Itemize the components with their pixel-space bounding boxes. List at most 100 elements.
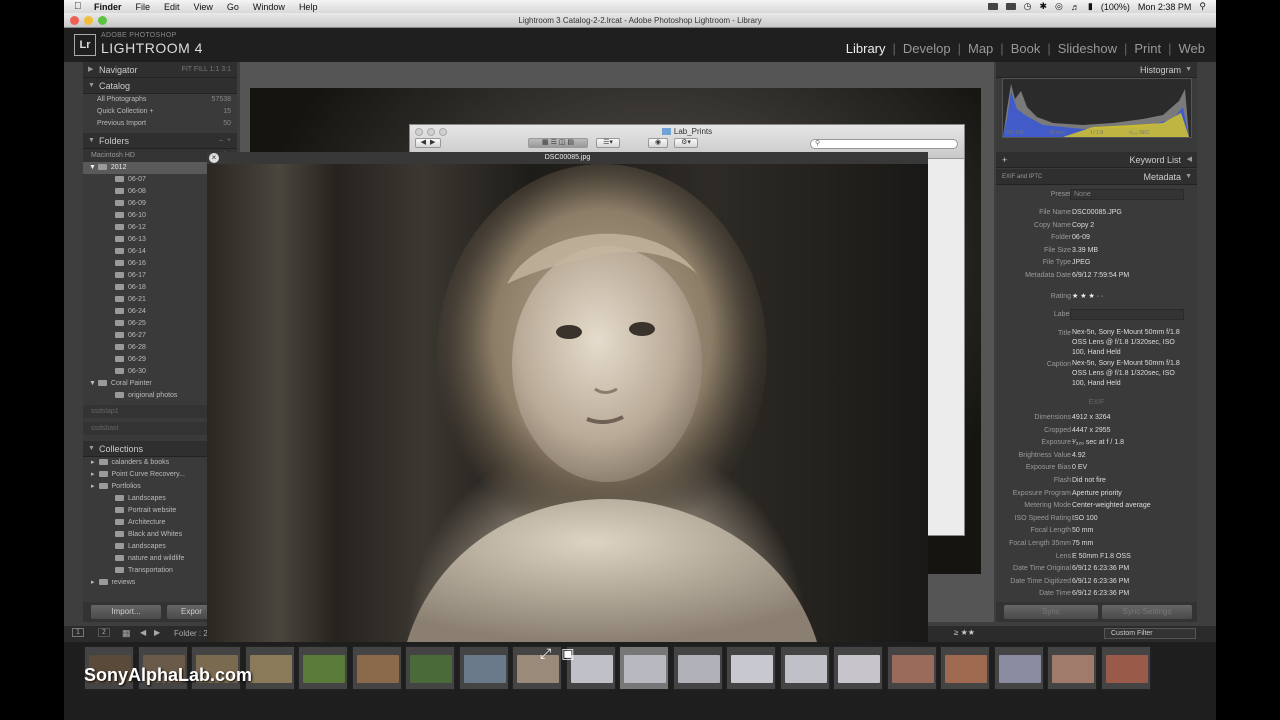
add-to-iphoto-icon[interactable]: ▣ — [561, 645, 574, 662]
keyword-list-header[interactable]: + Keyword List ◀ — [996, 152, 1197, 168]
module-book[interactable]: Book — [1004, 41, 1048, 56]
filmstrip-thumbnail[interactable] — [1047, 646, 1097, 690]
metadata-value[interactable]: Copy 2 — [1072, 220, 1094, 232]
quick-look-close-icon[interactable]: × — [209, 153, 219, 163]
menu-view[interactable]: View — [194, 2, 213, 12]
page-2-button[interactable]: 2 — [98, 628, 110, 637]
metadata-value[interactable]: 3.39 MB — [1072, 245, 1098, 257]
spotlight-icon[interactable]: ⚲ — [1199, 1, 1206, 12]
battery-icon[interactable]: ▮ — [1088, 1, 1093, 12]
title-field[interactable]: Nex-5n, Sony E-Mount 50mm f/1.8 OSS Lens… — [1072, 328, 1190, 358]
forward-arrow-icon[interactable]: ▶ — [154, 628, 160, 637]
catalog-header[interactable]: ▼ Catalog — [83, 78, 237, 94]
collection-icon — [115, 543, 124, 550]
filmstrip-thumbnail[interactable] — [779, 646, 830, 690]
import-button[interactable]: Import... — [91, 605, 161, 619]
exif-value: 4447 x 2955 — [1072, 426, 1111, 434]
volume-icon[interactable]: ♬ — [1071, 2, 1080, 12]
module-develop[interactable]: Develop — [896, 41, 958, 56]
menu-window[interactable]: Window — [253, 2, 285, 12]
exif-label: Brightness Value — [1018, 451, 1071, 459]
filmstrip-thumbnail[interactable] — [458, 646, 509, 690]
finder-search-input[interactable]: ⚲ — [810, 139, 958, 149]
histogram-focal: 50 mm — [1049, 130, 1065, 136]
filmstrip-thumbnail[interactable] — [351, 646, 402, 690]
metadata-set-select[interactable]: EXIF and IPTC — [1002, 169, 1042, 185]
grid-icon[interactable]: ▦ — [122, 628, 131, 639]
exif-label: Cropped — [1044, 426, 1071, 434]
module-print[interactable]: Print — [1127, 41, 1168, 56]
filmstrip-thumbnail[interactable] — [619, 646, 669, 690]
page-1-button[interactable]: 1 — [72, 628, 84, 637]
menubar-clock[interactable]: Mon 2:38 PM — [1138, 2, 1192, 12]
timemachine-icon[interactable]: ◷ — [1024, 1, 1032, 12]
menu-go[interactable]: Go — [227, 2, 239, 12]
subfolder-label: 06-21 — [128, 296, 146, 303]
filmstrip-thumbnail[interactable] — [833, 646, 883, 690]
module-library[interactable]: Library — [839, 41, 893, 56]
metadata-header[interactable]: EXIF and IPTC Metadata ▼ — [996, 169, 1197, 185]
catalog-item[interactable]: Previous Import 50 — [83, 118, 237, 130]
metadata-value[interactable]: DSC00085.JPG — [1072, 207, 1122, 219]
thumbnail-image — [249, 655, 292, 683]
navigator-zoom-options[interactable]: FIT FILL 1:1 3:1 — [182, 62, 231, 78]
wifi-icon[interactable]: ◎ — [1055, 1, 1063, 12]
catalog-item[interactable]: Quick Collection + 15 — [83, 106, 237, 118]
thumbnail-image — [838, 655, 880, 683]
bluetooth-icon[interactable]: ✱ — [1040, 1, 1048, 12]
volume-name: Macintosh HD — [91, 152, 135, 159]
catalog-item[interactable]: All Photographs 57538 — [83, 94, 237, 106]
subfolder-label: 06-12 — [128, 224, 146, 231]
menu-help[interactable]: Help — [299, 2, 318, 12]
apple-menu-icon[interactable]:  — [74, 1, 88, 12]
filmstrip-thumbnail[interactable] — [672, 646, 723, 690]
action-gear-icon[interactable]: ⚙▾ — [674, 138, 698, 148]
arrange-button[interactable]: ☰▾ — [596, 138, 620, 148]
filter-stars[interactable]: ≥ ★★ — [954, 628, 975, 637]
display-icon[interactable] — [1005, 3, 1016, 10]
module-web[interactable]: Web — [1172, 41, 1213, 56]
folders-header[interactable]: ▼ Folders – + — [83, 133, 237, 149]
collapse-triangle-icon: ▼ — [1185, 173, 1192, 180]
filmstrip-thumbnail[interactable] — [726, 646, 776, 690]
back-forward-buttons[interactable]: ◀ ▶ — [415, 138, 441, 148]
quick-look-eye-icon[interactable]: ◉ — [648, 138, 668, 148]
menu-extra-icon[interactable] — [987, 3, 998, 10]
add-keyword-icon[interactable]: + — [1002, 152, 1007, 168]
sync-settings-button[interactable]: Sync Settings — [1102, 605, 1192, 619]
metadata-label: File Size — [1044, 246, 1071, 254]
back-arrow-icon[interactable]: ◀ — [140, 628, 146, 637]
filmstrip-thumbnail[interactable] — [405, 646, 455, 690]
menu-edit[interactable]: Edit — [164, 2, 180, 12]
module-map[interactable]: Map — [961, 41, 1000, 56]
filmstrip-thumbnail[interactable] — [1100, 646, 1151, 690]
histogram-header[interactable]: Histogram ▼ — [996, 62, 1197, 78]
menu-finder[interactable]: Finder — [94, 2, 122, 12]
metadata-value[interactable]: JPEG — [1072, 257, 1090, 269]
filmstrip-source[interactable]: Folder : 2 — [174, 629, 208, 638]
close-window-button[interactable] — [70, 16, 79, 25]
navigator-header[interactable]: ▶ Navigator FIT FILL 1:1 3:1 — [83, 62, 237, 78]
caption-row: Caption Nex-5n, Sony E-Mount 50mm f/1.8 … — [996, 359, 1197, 401]
label-field[interactable] — [1070, 309, 1184, 320]
metadata-value[interactable]: 06-09 — [1072, 232, 1090, 244]
filmstrip-thumbnail[interactable] — [298, 646, 348, 690]
filmstrip-thumbnail[interactable] — [886, 646, 937, 690]
keyword-list-title: Keyword List — [1129, 155, 1181, 165]
folder-label: origional photos — [128, 392, 178, 399]
menu-file[interactable]: File — [136, 2, 151, 12]
minimize-window-button[interactable] — [84, 16, 93, 25]
rating-stars[interactable]: ★ ★ ★ · · — [1072, 291, 1103, 303]
caption-field[interactable]: Nex-5n, Sony E-Mount 50mm f/1.8 OSS Lens… — [1072, 359, 1190, 389]
metadata-value[interactable]: 6/9/12 7:59:54 PM — [1072, 270, 1129, 282]
fullscreen-icon[interactable]: ⤢ — [540, 645, 551, 662]
sync-metadata-button[interactable]: Sync — [1004, 605, 1098, 619]
view-mode-buttons[interactable]: ▦ ☰ ◫ ▤ — [528, 138, 588, 148]
module-slideshow[interactable]: Slideshow — [1051, 41, 1124, 56]
subfolder-label: 06-28 — [128, 344, 146, 351]
filmstrip-thumbnail[interactable] — [993, 646, 1044, 690]
add-folder-icon[interactable]: – + — [219, 133, 231, 149]
filmstrip-thumbnail[interactable] — [940, 646, 990, 690]
zoom-window-button[interactable] — [98, 16, 107, 25]
custom-filter-select[interactable]: Custom Filter — [1104, 628, 1196, 639]
